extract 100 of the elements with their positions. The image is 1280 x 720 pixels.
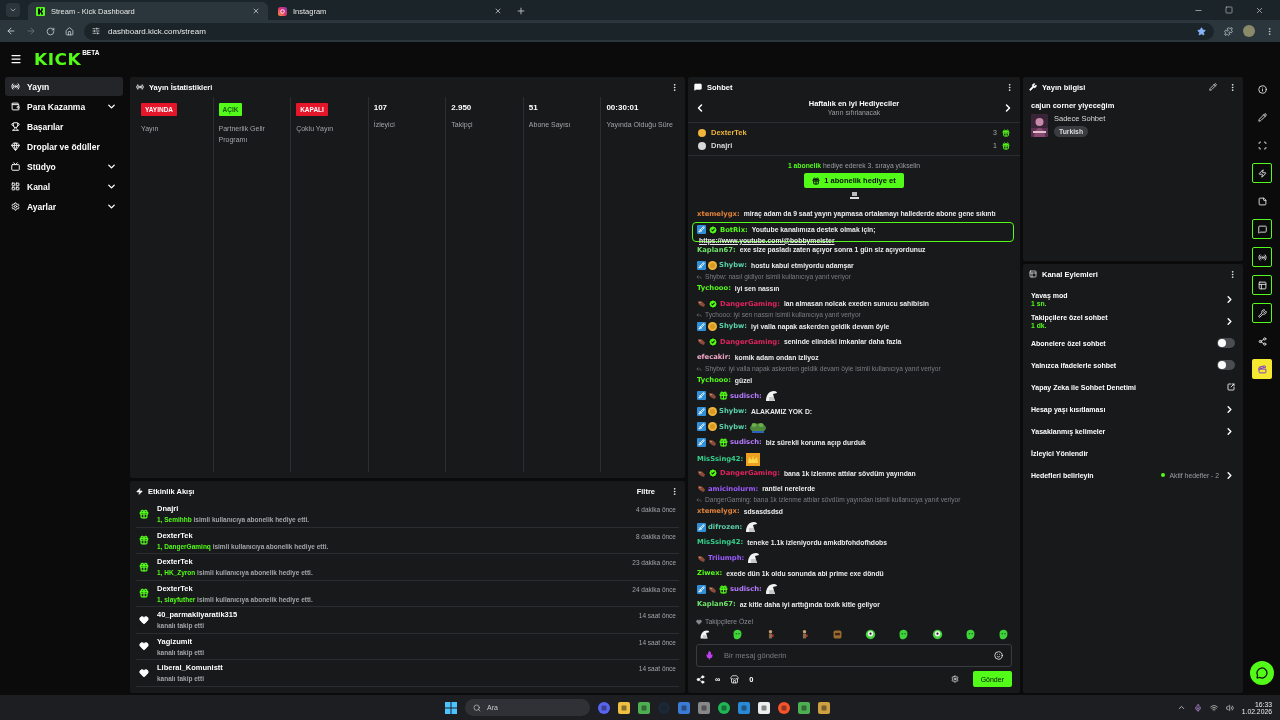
bookmark-star-icon[interactable]: [1197, 26, 1206, 36]
emoji-icon[interactable]: [994, 651, 1003, 660]
chevron-right-icon[interactable]: [1224, 425, 1235, 437]
blob-emote-icon: [964, 629, 976, 640]
sidebar-item[interactable]: Droplar ve ödüller: [5, 137, 123, 156]
microphone-icon[interactable]: [1193, 703, 1202, 712]
wrench-button[interactable]: [1252, 303, 1272, 323]
gift-icon: [1002, 141, 1010, 150]
sidebar-item[interactable]: Stüdyo: [5, 157, 123, 176]
chevron-right-icon[interactable]: [1224, 315, 1235, 327]
store-icon[interactable]: [730, 674, 740, 684]
app-icon[interactable]: [618, 701, 630, 714]
external-link-icon[interactable]: [1227, 383, 1235, 391]
gift-icon: [139, 535, 149, 546]
chat-button[interactable]: [1252, 219, 1272, 239]
gift-icon: [139, 508, 149, 519]
app-icon[interactable]: [638, 701, 650, 714]
sidebar-item[interactable]: Para Kazanma: [5, 97, 123, 116]
gem-icon: [11, 142, 20, 151]
verified-badge-icon: [708, 298, 718, 309]
chevron-down-icon[interactable]: [106, 161, 117, 172]
more-icon[interactable]: [1005, 82, 1014, 92]
new-tab-icon[interactable]: [516, 6, 526, 16]
profile-avatar[interactable]: [1243, 25, 1255, 37]
settings-icon[interactable]: [950, 675, 959, 683]
reply-icon: [696, 312, 702, 318]
coin-badge-icon: [708, 321, 717, 331]
sidebar-item[interactable]: Başarılar: [5, 117, 123, 136]
app-icon[interactable]: [798, 701, 810, 714]
broadcast-button[interactable]: [1252, 247, 1272, 267]
chevron-right-icon[interactable]: [1224, 403, 1235, 415]
verified-badge-icon: [708, 468, 718, 479]
broadcast-icon: [11, 82, 20, 91]
more-icon[interactable]: [670, 486, 679, 496]
chat-bubble-button[interactable]: [1250, 661, 1274, 685]
close-icon[interactable]: [1255, 5, 1264, 15]
more-icon[interactable]: [670, 82, 679, 92]
pencil-icon: [1257, 112, 1267, 122]
wrench-icon: [1257, 308, 1267, 318]
close-icon[interactable]: [252, 7, 260, 15]
coin-badge-icon: [708, 260, 717, 270]
subscriber-badge-icon: [708, 437, 717, 447]
subscriber-badge-icon: [697, 553, 706, 563]
app-icon[interactable]: [758, 701, 770, 714]
info-icon: [1257, 84, 1267, 94]
address-bar[interactable]: dashboard.kick.com/stream: [84, 22, 1214, 40]
url-text: dashboard.kick.com/stream: [108, 26, 206, 36]
toggle-switch[interactable]: [1217, 338, 1235, 348]
more-icon[interactable]: [1228, 269, 1237, 279]
app-icon[interactable]: [718, 701, 730, 714]
broadcast-icon: [1257, 252, 1267, 262]
network-icon[interactable]: [1209, 703, 1218, 712]
volume-icon[interactable]: [1225, 703, 1234, 712]
subscriber-badge-icon: [708, 391, 717, 401]
heart-icon: [139, 641, 149, 652]
chevron-right-icon[interactable]: [1224, 469, 1235, 481]
app-icon[interactable]: [818, 701, 830, 714]
maximize-icon[interactable]: [1225, 6, 1233, 14]
chevron-down-icon[interactable]: [106, 201, 117, 212]
toggle-switch[interactable]: [1217, 360, 1235, 370]
sidebar-item[interactable]: Yayın: [5, 77, 123, 96]
home-icon[interactable]: [65, 26, 74, 36]
sidebar-item[interactable]: Kanal: [5, 177, 123, 196]
instagram-favicon-icon: [278, 6, 287, 16]
subscriber-badge-icon: [697, 468, 706, 478]
clapperboard-icon: [1257, 364, 1267, 374]
kick-favicon-icon: [36, 6, 45, 16]
tv-icon: [11, 162, 20, 171]
points-icon[interactable]: [696, 674, 705, 684]
close-icon[interactable]: [494, 7, 502, 15]
chevron-right-icon[interactable]: [1224, 293, 1235, 305]
chevron-down-icon[interactable]: [106, 101, 117, 112]
menu-icon[interactable]: [1265, 26, 1274, 36]
windows-logo-icon[interactable]: [445, 701, 457, 714]
tray-chevron-icon[interactable]: [1176, 703, 1186, 712]
settings-icon: [11, 202, 20, 211]
sidebar-item[interactable]: Ayarlar: [5, 197, 123, 216]
more-icon[interactable]: [1228, 82, 1237, 92]
clapperboard-button[interactable]: [1252, 359, 1272, 379]
edit-icon[interactable]: [1209, 83, 1217, 91]
site-settings-icon[interactable]: [92, 27, 100, 35]
nodes-icon: [1257, 336, 1267, 346]
broadcast-icon: [136, 83, 144, 91]
focus-icon: [1257, 140, 1267, 150]
status-dot: [1160, 473, 1165, 477]
microphone-icon[interactable]: [705, 651, 714, 660]
extensions-icon[interactable]: [1224, 26, 1233, 36]
back-icon[interactable]: [6, 26, 16, 36]
reload-icon[interactable]: [46, 26, 55, 36]
heart-icon: [696, 618, 702, 625]
lightning-button[interactable]: [1252, 163, 1272, 183]
layout-button[interactable]: [1252, 275, 1272, 295]
layout-icon: [1257, 280, 1267, 290]
helmet-emote-icon: [744, 520, 759, 534]
chevron-down-icon[interactable]: [106, 181, 117, 192]
reply-icon: [696, 496, 702, 503]
pinned-toggle-icon[interactable]: [849, 192, 859, 199]
grid-icon: [11, 182, 20, 191]
menu-icon[interactable]: [10, 52, 22, 65]
lightning-icon: [1257, 168, 1267, 178]
